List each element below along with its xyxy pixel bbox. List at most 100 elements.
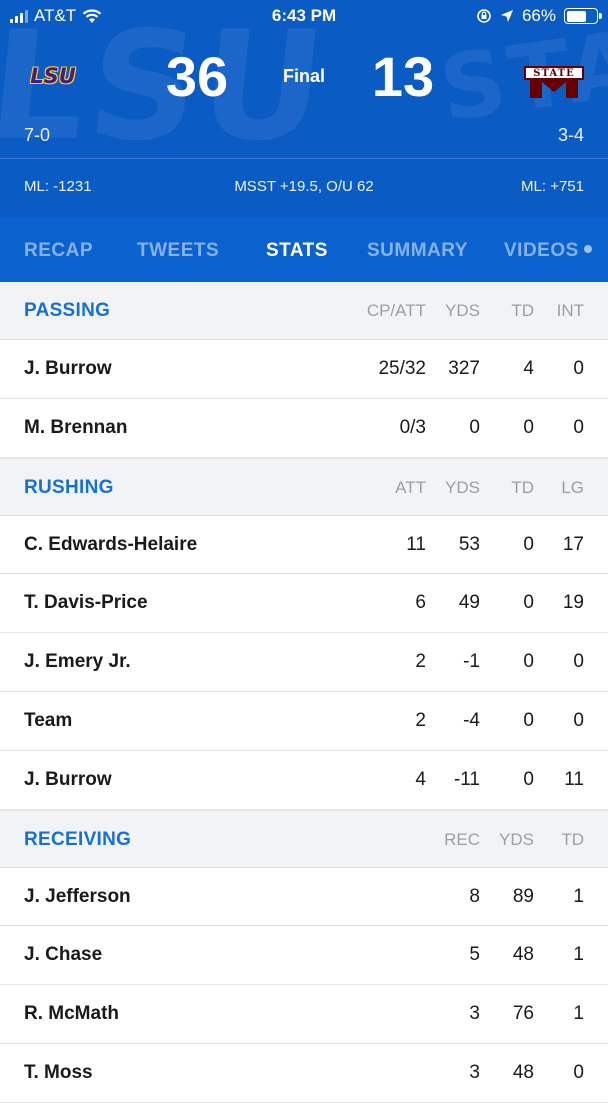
- table-row[interactable]: M. Brennan 0/3 0 0 0: [0, 398, 608, 458]
- tab-tweets[interactable]: TWEETS: [137, 218, 219, 282]
- stat-cell: -4: [463, 709, 480, 731]
- tab-recap[interactable]: RECAP: [24, 218, 93, 282]
- passing-header: PASSING CP/ATT YDS TD INT: [0, 282, 608, 340]
- stat-cell: 2: [415, 709, 426, 731]
- stat-cell: 11: [406, 533, 426, 555]
- player-name: T. Moss: [24, 1061, 93, 1083]
- stat-cell: 0: [523, 592, 534, 614]
- col-head: TD: [561, 829, 584, 849]
- table-row[interactable]: J. Burrow 4 -11 0 11: [0, 750, 608, 810]
- table-row[interactable]: C. Edwards-Helaire 11 53 0 17: [0, 515, 608, 575]
- battery-percent: 66%: [521, 6, 556, 25]
- away-team-logo[interactable]: STATE: [524, 58, 584, 98]
- location-icon: [500, 10, 513, 22]
- col-head: YDS: [499, 829, 534, 849]
- stat-cell: 0: [523, 416, 534, 438]
- stat-cell: 0: [573, 651, 584, 673]
- col-head: TD: [511, 477, 534, 497]
- tab-videos[interactable]: VIDEOS: [504, 218, 592, 282]
- stat-cell: 327: [448, 358, 480, 379]
- col-head: YDS: [445, 301, 480, 320]
- col-head: ATT: [395, 477, 426, 497]
- table-row[interactable]: R. McMath 3 76 1: [0, 985, 608, 1044]
- player-name: J. Emery Jr.: [24, 651, 131, 673]
- stat-cell: 4: [523, 358, 534, 379]
- receiving-header: RECEIVING REC YDS TD: [0, 809, 608, 868]
- col-head: REC: [444, 829, 480, 849]
- player-name: T. Davis-Price: [24, 592, 148, 614]
- stat-cell: 48: [512, 944, 534, 966]
- rushing-header: RUSHING ATT YDS TD LG: [0, 457, 608, 516]
- section-title-receiving: RECEIVING: [24, 828, 132, 850]
- home-record: 7-0: [24, 125, 51, 145]
- stat-cell: 0: [523, 651, 534, 673]
- stat-cell: 0: [573, 416, 584, 438]
- stat-cell: 89: [512, 885, 534, 907]
- tab-summary[interactable]: SUMMARY: [367, 218, 468, 282]
- stat-cell: 5: [469, 944, 480, 966]
- stat-cell: 6: [415, 592, 426, 614]
- stat-cell: 0/3: [399, 416, 426, 438]
- stat-cell: 0: [573, 1061, 584, 1083]
- away-score: 13: [371, 45, 435, 108]
- player-name: C. Edwards-Helaire: [24, 533, 198, 555]
- game-status: Final: [282, 66, 325, 86]
- col-head: TD: [511, 301, 534, 320]
- stat-cell: 11: [564, 768, 584, 790]
- away-record: 3-4: [557, 125, 584, 145]
- stat-cell: 19: [562, 592, 584, 614]
- stats-table: PASSING CP/ATT YDS TD INT J. Burrow 25/3…: [0, 282, 608, 1103]
- tab-videos-label: VIDEOS: [504, 240, 579, 261]
- player-name: J. Jefferson: [24, 885, 131, 907]
- stat-cell: -1: [463, 651, 480, 673]
- col-head: YDS: [445, 477, 480, 497]
- stat-cell: -11: [453, 768, 480, 790]
- table-row[interactable]: J. Emery Jr. 2 -1 0 0: [0, 633, 608, 692]
- home-team-logo[interactable]: LSU: [24, 62, 82, 90]
- tab-stats[interactable]: STATS: [266, 218, 328, 282]
- tab-bar: RECAP TWEETS STATS SUMMARY VIDEOS: [0, 218, 608, 282]
- col-head: INT: [556, 301, 584, 320]
- stat-cell: 1: [573, 1003, 584, 1025]
- stat-cell: 48: [512, 1061, 534, 1083]
- stat-cell: 3: [469, 1061, 480, 1083]
- table-row[interactable]: J. Jefferson 8 89 1: [0, 867, 608, 927]
- table-row[interactable]: T. Davis-Price 6 49 0 19: [0, 574, 608, 634]
- stat-cell: 25/32: [378, 358, 426, 379]
- orientation-lock-icon: [477, 9, 491, 23]
- stat-cell: 0: [523, 709, 534, 731]
- stat-cell: 0: [523, 768, 534, 790]
- stat-cell: 49: [458, 592, 480, 614]
- table-row[interactable]: T. Moss 3 48 0: [0, 1043, 608, 1103]
- stat-cell: 0: [469, 416, 480, 438]
- battery-fill: [566, 10, 586, 22]
- table-row[interactable]: J. Burrow 25/32 327 4 0: [0, 340, 608, 399]
- stat-cell: 1: [573, 885, 584, 907]
- status-right: 66%: [476, 6, 602, 26]
- stat-cell: 1: [573, 944, 584, 966]
- player-name: Team: [24, 709, 73, 731]
- stat-cell: 17: [562, 533, 584, 555]
- stat-cell: 0: [523, 533, 534, 555]
- stat-cell: 8: [469, 885, 480, 907]
- player-name: J. Burrow: [24, 768, 112, 790]
- stat-cell: 2: [415, 651, 426, 673]
- game-header: LSU STAT AT&T 6:43 PM 66% LSU 36 Final 1…: [0, 0, 608, 282]
- header-divider: [0, 158, 608, 159]
- away-moneyline: ML: +751: [521, 178, 584, 195]
- player-name: J. Burrow: [24, 358, 112, 379]
- table-row[interactable]: Team 2 -4 0 0: [0, 691, 608, 751]
- player-name: M. Brennan: [24, 416, 128, 438]
- away-logo-text: STATE: [524, 66, 584, 80]
- status-bar: AT&T 6:43 PM 66%: [0, 0, 608, 34]
- stat-cell: 3: [469, 1003, 480, 1025]
- stat-cell: 0: [573, 358, 584, 379]
- table-row[interactable]: J. Chase 5 48 1: [0, 926, 608, 986]
- col-head: LG: [561, 477, 584, 497]
- home-score: 36: [165, 45, 229, 108]
- player-name: J. Chase: [24, 944, 103, 966]
- stat-cell: 4: [415, 768, 426, 790]
- stat-cell: 76: [512, 1003, 534, 1025]
- section-title-passing: PASSING: [24, 300, 111, 321]
- stat-cell: 53: [458, 533, 480, 555]
